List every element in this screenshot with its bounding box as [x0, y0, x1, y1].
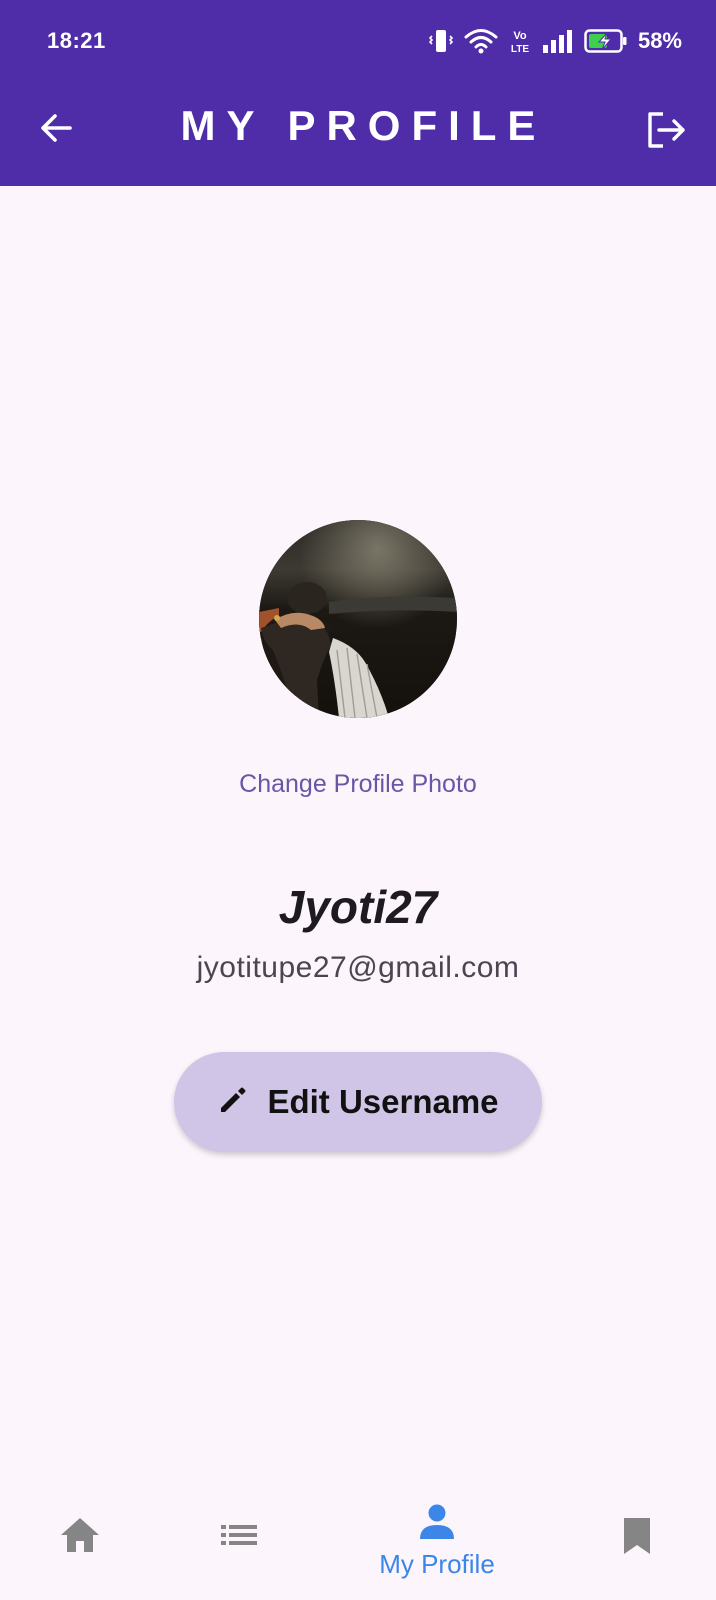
- edit-username-button[interactable]: Edit Username: [174, 1052, 542, 1152]
- list-icon: [219, 1516, 259, 1559]
- username: Jyoti27: [278, 881, 438, 933]
- page-title: MY PROFILE: [180, 102, 547, 149]
- logout-icon: [645, 110, 687, 155]
- header: 18:21 Vo LTE 58% MY PROFILE: [0, 0, 716, 186]
- vibrate-icon: [428, 27, 454, 55]
- status-time: 18:21: [47, 28, 106, 53]
- avatar-photo: [259, 520, 457, 718]
- svg-text:Vo: Vo: [513, 30, 527, 42]
- logout-button[interactable]: [644, 110, 688, 154]
- bottom-navigation: My Profile: [0, 1490, 716, 1600]
- nav-item-list[interactable]: [164, 1490, 314, 1600]
- volte-icon: Vo LTE: [508, 27, 532, 55]
- nav-label-my-profile: My Profile: [379, 1549, 495, 1579]
- app-bar: MY PROFILE: [0, 84, 716, 186]
- signal-icon: [542, 29, 574, 53]
- person-icon: [418, 1504, 456, 1545]
- profile-screen: 18:21 Vo LTE 58% MY PROFILE Change Profi…: [0, 0, 716, 1600]
- status-icons: Vo LTE 58%: [428, 26, 682, 56]
- nav-item-home[interactable]: [5, 1490, 155, 1600]
- battery-percent: 58%: [637, 28, 682, 53]
- pencil-icon: [217, 1084, 249, 1121]
- wifi-icon: [464, 27, 498, 55]
- battery-charging-icon: [584, 28, 628, 54]
- change-profile-photo-link[interactable]: Change Profile Photo: [0, 770, 716, 799]
- nav-item-my-profile[interactable]: My Profile: [362, 1490, 512, 1600]
- user-email: jyotitupe27@gmail.com: [196, 951, 520, 984]
- edit-username-label: Edit Username: [267, 1083, 499, 1120]
- profile-avatar[interactable]: [259, 520, 457, 718]
- svg-text:LTE: LTE: [511, 44, 529, 55]
- home-icon: [60, 1516, 100, 1559]
- status-bar: 18:21 Vo LTE 58%: [0, 0, 716, 84]
- nav-item-bookmarks[interactable]: [562, 1490, 712, 1600]
- bookmark-icon: [621, 1516, 653, 1561]
